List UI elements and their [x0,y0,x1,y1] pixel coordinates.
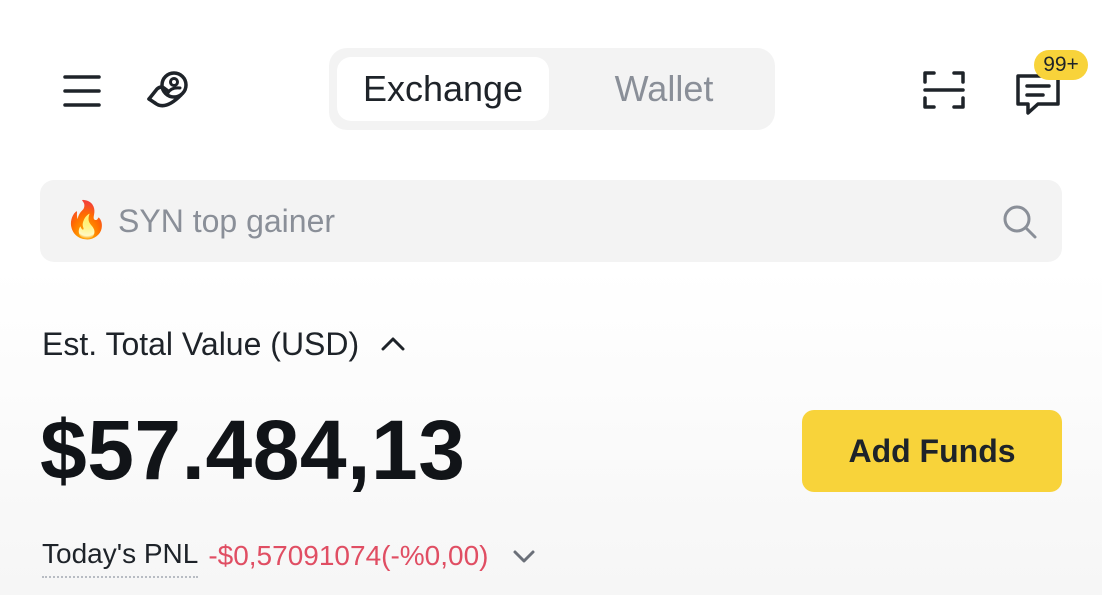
notification-badge: 99+ [1034,50,1088,80]
todays-pnl-label[interactable]: Today's PNL [42,534,199,578]
chevron-down-icon[interactable] [511,547,537,565]
tab-exchange[interactable]: Exchange [337,57,549,121]
est-total-value-toggle[interactable]: Est. Total Value (USD) [42,322,407,366]
tab-wallet[interactable]: Wallet [569,57,759,121]
todays-pnl-value: -$0,57091074(-%0,00) [208,540,489,571]
search-input[interactable]: SYN top gainer [118,200,335,242]
chevron-up-icon [381,337,405,351]
profile-button[interactable] [140,64,196,120]
search-bar[interactable]: 🔥 SYN top gainer [40,180,1062,262]
exchange-wallet-switch: Exchange Wallet [329,48,775,130]
add-funds-button[interactable]: Add Funds [802,410,1062,492]
menu-button[interactable] [60,70,104,112]
fire-icon: 🔥 [64,199,109,240]
scan-icon [923,71,965,109]
todays-pnl-row: Today's PNL -$0,57091074(-%0,00) [42,534,537,578]
hamburger-menu-icon [63,75,101,107]
total-value-amount: $57.484,13 [40,403,466,497]
est-total-value-label: Est. Total Value (USD) [42,326,360,362]
scan-button[interactable] [916,66,972,114]
search-icon[interactable] [1000,202,1040,242]
profile-icon [147,71,188,108]
